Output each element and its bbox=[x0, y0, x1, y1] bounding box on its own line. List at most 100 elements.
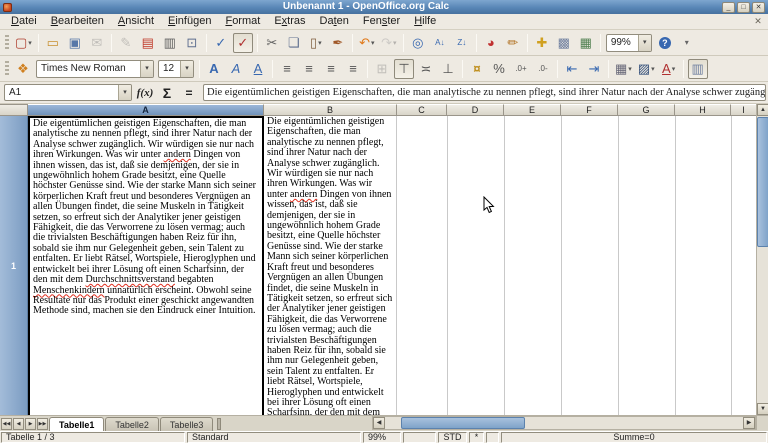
status-page-style[interactable]: Standard bbox=[187, 432, 361, 443]
font-size-combo[interactable]: 12▾ bbox=[158, 60, 194, 78]
column-header-F[interactable]: F bbox=[561, 104, 618, 116]
close-icon[interactable]: ✕ bbox=[752, 2, 765, 13]
copy-icon[interactable]: ❏ bbox=[284, 33, 304, 53]
auto-spellcheck-icon[interactable]: ✓ bbox=[233, 33, 253, 53]
underline-icon[interactable]: A bbox=[248, 59, 268, 79]
maximize-icon[interactable]: □ bbox=[737, 2, 750, 13]
spreadsheet-grid[interactable]: 1 Die eigentümlichen geistigen Eigenscha… bbox=[0, 116, 768, 415]
new-document-dropdown-icon[interactable]: ▾ bbox=[28, 39, 32, 47]
export-pdf-icon[interactable]: ▤ bbox=[138, 33, 158, 53]
menu-fenster[interactable]: Fenster bbox=[356, 14, 407, 29]
sheet-nav-last-icon[interactable]: ▶▶ bbox=[37, 418, 48, 430]
borders-dropdown-icon[interactable]: ▾ bbox=[628, 65, 632, 73]
font-size-combo-dropdown-icon[interactable]: ▾ bbox=[180, 61, 193, 77]
save-icon[interactable]: ▣ bbox=[65, 33, 85, 53]
increase-indent-icon[interactable]: ⇥ bbox=[584, 59, 604, 79]
zoom-combo-dropdown-icon[interactable]: ▾ bbox=[638, 35, 651, 51]
sort-descending-icon[interactable]: Z↓ bbox=[452, 33, 472, 53]
align-top-icon[interactable]: ⊤ bbox=[394, 59, 414, 79]
row-header-1[interactable]: 1 bbox=[0, 116, 28, 415]
toolbar-options-icon[interactable]: ▾ bbox=[677, 33, 697, 53]
cut-icon[interactable]: ✂ bbox=[262, 33, 282, 53]
number-format-currency-icon[interactable]: ¤ bbox=[467, 59, 487, 79]
sheet-nav-next-icon[interactable]: ▶ bbox=[25, 418, 36, 430]
align-center-icon[interactable]: ≡ bbox=[299, 59, 319, 79]
data-sources-icon[interactable]: ▦ bbox=[576, 33, 596, 53]
align-left-icon[interactable]: ≡ bbox=[277, 59, 297, 79]
page-preview-icon[interactable]: ⊡ bbox=[182, 33, 202, 53]
delete-decimal-place-icon[interactable]: .0- bbox=[533, 59, 553, 79]
navigator-icon[interactable]: ✚ bbox=[532, 33, 552, 53]
column-header-G[interactable]: G bbox=[618, 104, 675, 116]
menu-hilfe[interactable]: Hilfe bbox=[407, 14, 443, 29]
open-folder-icon[interactable]: ▭ bbox=[43, 33, 63, 53]
sheet-nav-previous-icon[interactable]: ◀ bbox=[13, 418, 24, 430]
sort-ascending-icon[interactable]: A↓ bbox=[430, 33, 450, 53]
cell-A1-selected[interactable]: Die eigentümlichen geistigen Eigenschaft… bbox=[28, 116, 264, 415]
font-color-dropdown-icon[interactable]: ▾ bbox=[672, 65, 676, 73]
help-icon[interactable]: ? bbox=[655, 33, 675, 53]
menu-einfgen[interactable]: Einfügen bbox=[161, 14, 218, 29]
font-name-combo-dropdown-icon[interactable]: ▾ bbox=[140, 61, 153, 77]
text-direction-left-to-right-icon[interactable]: ▥ bbox=[688, 59, 708, 79]
background-color-dropdown-icon[interactable]: ▾ bbox=[651, 65, 655, 73]
horizontal-scrollbar[interactable]: ◀ ▶ bbox=[372, 416, 756, 430]
new-document-icon[interactable]: ▢▾ bbox=[13, 33, 34, 53]
scroll-down-icon[interactable]: ▼ bbox=[757, 403, 768, 415]
scroll-up-icon[interactable]: ▲ bbox=[757, 104, 768, 116]
horizontal-scrollbar-thumb[interactable] bbox=[401, 417, 525, 429]
sum-button[interactable]: Σ bbox=[157, 84, 177, 101]
column-header-I[interactable]: I bbox=[731, 104, 757, 116]
scroll-right-icon[interactable]: ▶ bbox=[743, 417, 755, 429]
styles-and-formatting-icon[interactable]: ❖ bbox=[13, 59, 33, 79]
menu-format[interactable]: Format bbox=[218, 14, 267, 29]
gallery-icon[interactable]: ▩ bbox=[554, 33, 574, 53]
sheet-nav-first-icon[interactable]: ◀◀ bbox=[1, 418, 12, 430]
status-sum[interactable]: Summe=0 bbox=[501, 432, 767, 443]
borders-icon[interactable]: ▦▾ bbox=[613, 59, 634, 79]
paste-icon[interactable]: ▯▾ bbox=[306, 33, 326, 53]
undo-icon[interactable]: ↶▾ bbox=[357, 33, 377, 53]
menu-bearbeiten[interactable]: Bearbeiten bbox=[44, 14, 111, 29]
minimize-icon[interactable]: _ bbox=[722, 2, 735, 13]
font-name-combo[interactable]: Times New Roman▾ bbox=[36, 60, 154, 78]
spellcheck-icon[interactable]: ✓ bbox=[211, 33, 231, 53]
italic-icon[interactable]: A bbox=[226, 59, 246, 79]
menu-extras[interactable]: Extras bbox=[267, 14, 312, 29]
column-header-C[interactable]: C bbox=[397, 104, 447, 116]
font-color-icon[interactable]: A▾ bbox=[659, 59, 679, 79]
formula-input[interactable]: Die eigentümlichen geistigen Eigenschaft… bbox=[203, 84, 766, 101]
zoom-combo[interactable]: 99%▾ bbox=[606, 34, 652, 52]
menu-datei[interactable]: Datei bbox=[4, 14, 44, 29]
menu-daten[interactable]: Daten bbox=[313, 14, 356, 29]
column-header-D[interactable]: D bbox=[447, 104, 504, 116]
vertical-scrollbar-thumb[interactable] bbox=[757, 117, 768, 247]
undo-dropdown-icon[interactable]: ▾ bbox=[371, 39, 375, 47]
number-format-percent-icon[interactable]: % bbox=[489, 59, 509, 79]
select-all-corner[interactable] bbox=[0, 104, 28, 116]
sheet-tab-tabelle3[interactable]: Tabelle3 bbox=[160, 417, 214, 431]
decrease-indent-icon[interactable]: ⇤ bbox=[562, 59, 582, 79]
vertical-scrollbar[interactable]: ▲ ▼ bbox=[756, 104, 768, 415]
function-wizard-button[interactable]: f(x) bbox=[135, 84, 155, 101]
print-icon[interactable]: ▥ bbox=[160, 33, 180, 53]
align-vertical-center-icon[interactable]: ≍ bbox=[416, 59, 436, 79]
scroll-left-icon[interactable]: ◀ bbox=[373, 417, 385, 429]
tab-scrollbar-splitter[interactable] bbox=[217, 418, 221, 430]
column-header-A[interactable]: A bbox=[28, 104, 264, 116]
function-button[interactable]: = bbox=[179, 84, 199, 101]
background-color-icon[interactable]: ▨▾ bbox=[636, 59, 657, 79]
sheet-tab-tabelle2[interactable]: Tabelle2 bbox=[105, 417, 159, 431]
column-header-H[interactable]: H bbox=[675, 104, 731, 116]
paste-dropdown-icon[interactable]: ▾ bbox=[318, 39, 322, 47]
draw-functions-icon[interactable]: ✏ bbox=[503, 33, 523, 53]
column-header-B[interactable]: B bbox=[264, 104, 397, 116]
align-right-icon[interactable]: ≡ bbox=[321, 59, 341, 79]
align-bottom-icon[interactable]: ⊥ bbox=[438, 59, 458, 79]
menu-ansicht[interactable]: Ansicht bbox=[111, 14, 161, 29]
toolbar-grip[interactable] bbox=[5, 35, 9, 51]
sheet-tab-tabelle1[interactable]: Tabelle1 bbox=[49, 417, 104, 431]
hyperlink-icon[interactable]: ◎ bbox=[408, 33, 428, 53]
redo-dropdown-icon[interactable]: ▾ bbox=[393, 39, 397, 47]
column-header-E[interactable]: E bbox=[504, 104, 561, 116]
